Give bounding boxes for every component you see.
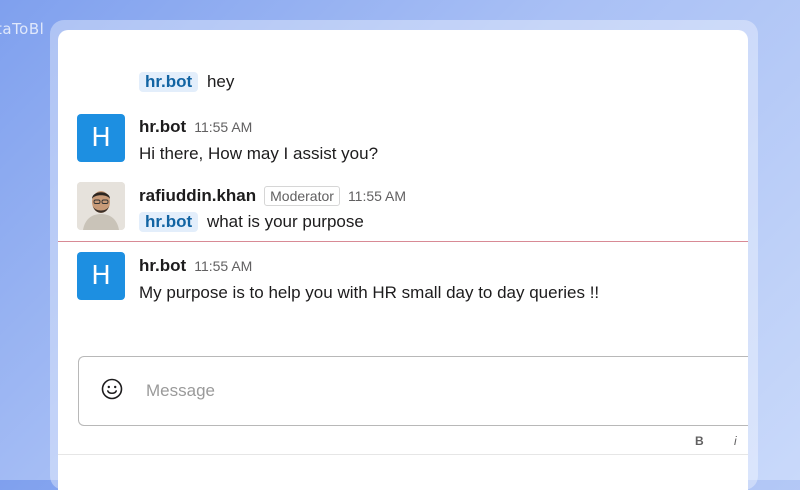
- mention-chip[interactable]: hr.bot: [139, 72, 199, 92]
- italic-button[interactable]: i: [734, 434, 737, 448]
- user-photo-icon: [77, 182, 125, 230]
- new-messages-divider: [58, 241, 748, 242]
- message-body: hr.bot what is your purpose: [139, 212, 364, 232]
- message-text: My purpose is to help you with HR small …: [139, 283, 600, 302]
- sender-name[interactable]: hr.bot: [139, 117, 186, 136]
- timestamp[interactable]: 11:55 AM: [348, 188, 406, 204]
- message-header: hr.bot 11:55 AM: [139, 117, 252, 137]
- message-text: what is your purpose: [206, 212, 364, 231]
- bold-button[interactable]: B: [695, 434, 704, 448]
- sender-name[interactable]: hr.bot: [139, 256, 186, 275]
- divider: [58, 454, 748, 455]
- message-header: rafiuddin.khan Moderator 11:55 AM: [139, 186, 406, 206]
- message-text: Hi there, How may I assist you?: [139, 144, 379, 163]
- avatar[interactable]: H: [77, 252, 125, 300]
- smiley-icon[interactable]: [101, 378, 123, 400]
- message-body: hr.bot hey: [139, 72, 234, 92]
- chat-window: hr.bot hey H hr.bot 11:55 AM Hi there, Ho…: [58, 30, 748, 490]
- role-badge: Moderator: [264, 186, 340, 206]
- watermark: taToBl: [0, 20, 45, 38]
- timestamp[interactable]: 11:55 AM: [194, 258, 252, 274]
- mention-chip[interactable]: hr.bot: [139, 212, 199, 232]
- message-text: hey: [206, 72, 235, 91]
- timestamp[interactable]: 11:55 AM: [194, 119, 252, 135]
- message-composer[interactable]: Message: [78, 356, 748, 426]
- avatar[interactable]: [77, 182, 125, 230]
- message-input-placeholder[interactable]: Message: [146, 381, 215, 401]
- message-list: hr.bot hey H hr.bot 11:55 AM Hi there, Ho…: [58, 30, 748, 360]
- sender-name[interactable]: rafiuddin.khan: [139, 186, 256, 205]
- avatar[interactable]: H: [77, 114, 125, 162]
- message-header: hr.bot 11:55 AM: [139, 256, 252, 276]
